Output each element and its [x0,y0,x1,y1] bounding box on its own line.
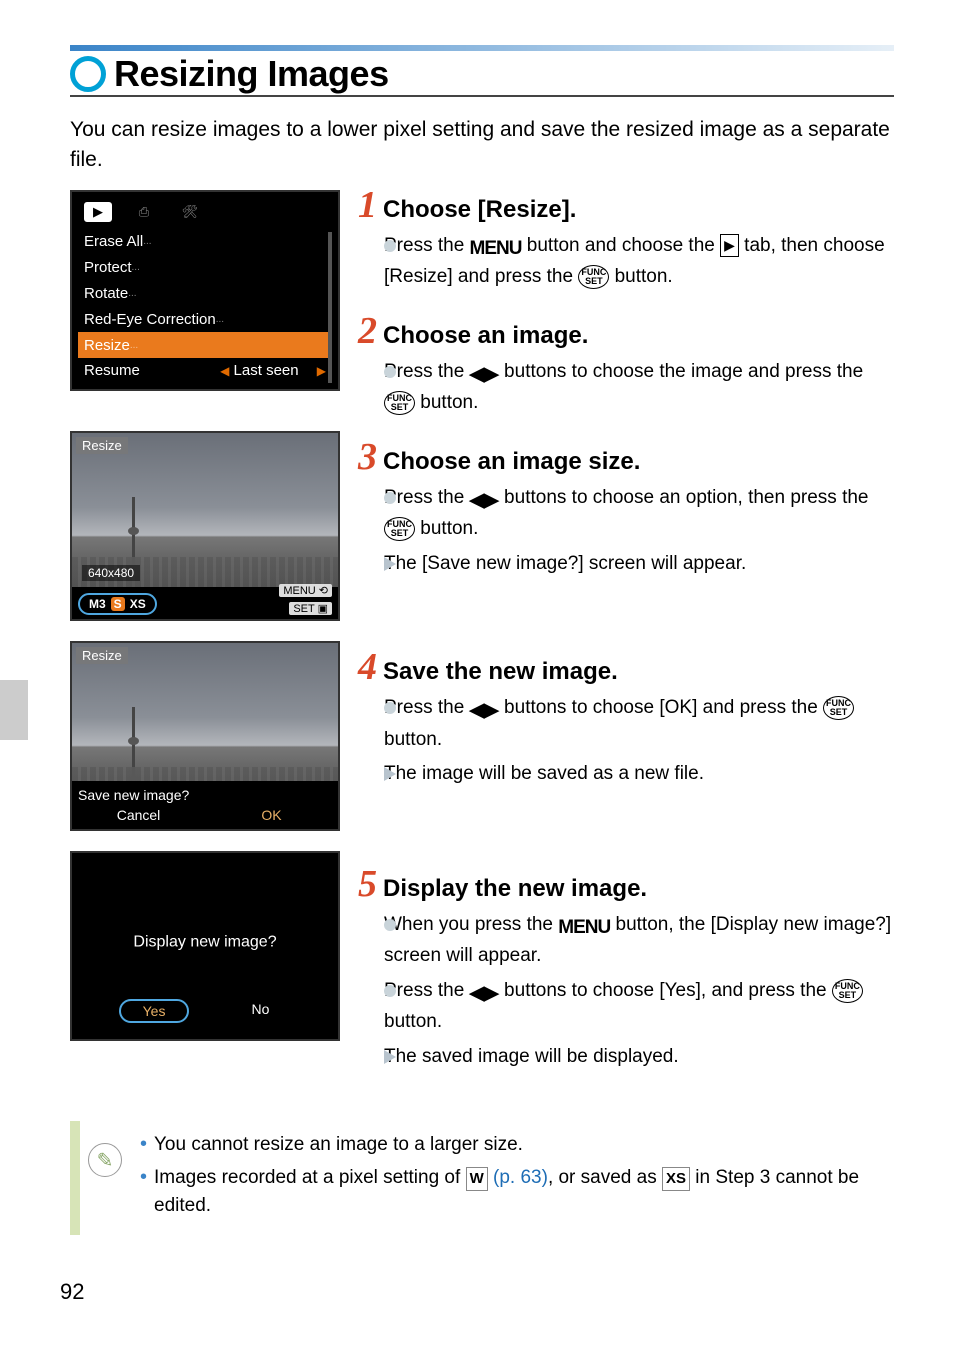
size-s: S [111,597,125,611]
step-3: 3 Choose an image size. Press the ◀▶ but… [358,438,894,579]
step-result: The [Save new image?] screen will appear… [384,550,894,579]
step-title: Save the new image. [383,658,618,686]
note-item: You cannot resize an image to a larger s… [140,1131,884,1160]
page-number: 92 [60,1279,84,1305]
step-number: 2 [358,312,377,350]
size-xs: XS [127,597,149,611]
resize-label-2: Resize [76,647,128,664]
step-2: 2 Choose an image. Press the ◀▶ buttons … [358,312,894,418]
step-bullet: Press the ◀▶ buttons to choose the image… [384,358,894,418]
menu-item-protect: Protect [78,254,332,280]
playback-tab-icon: ▶ [720,234,739,257]
tools-tab-icon: 🛠 [176,202,204,222]
step-title: Choose an image. [383,322,588,350]
left-right-arrows-icon: ◀▶ [470,697,499,726]
intro-text: You can resize images to a lower pixel s… [70,115,894,176]
xs-size-icon: XS [662,1167,690,1192]
size-options: M3 S XS [78,593,157,615]
step-bullet: Press the MENU button and choose the ▶ t… [384,232,894,292]
left-arrow-icon: ◀ [220,364,229,378]
step-bullet: Press the ◀▶ buttons to choose [OK] and … [384,694,894,754]
save-question: Save new image? [78,787,189,803]
w-size-icon: W [466,1167,488,1192]
cancel-option: Cancel [72,803,205,827]
left-right-arrows-icon: ◀▶ [470,980,499,1009]
page-title: Resizing Images [114,53,389,95]
size-m3: M3 [86,597,109,611]
scrollbar [328,232,332,383]
step-4: 4 Save the new image. Press the ◀▶ butto… [358,648,894,789]
page-ref-link[interactable]: (p. 63) [493,1167,548,1188]
step-bullet: When you press the MENU button, the [Dis… [384,911,894,971]
notes-box: ✎ You cannot resize an image to a larger… [70,1121,894,1235]
left-right-arrows-icon: ◀▶ [470,487,499,516]
resolution-label: 640x480 [82,565,140,581]
yes-option: Yes [119,999,190,1023]
print-tab-icon: ⎙ [130,202,158,222]
step-5: 5 Display the new image. When you press … [358,865,894,1072]
step-number: 4 [358,648,377,686]
step-bullet: Press the ◀▶ buttons to choose an option… [384,484,894,544]
camera-display-screenshot: Display new image? Yes No [70,851,340,1041]
set-badge: SET ▣ [289,602,332,615]
step-result: The image will be saved as a new file. [384,760,894,789]
ring-icon [70,56,106,92]
note-item: Images recorded at a pixel setting of W … [140,1164,884,1221]
func-set-icon: FUNCSET [384,517,415,541]
step-number: 3 [358,438,377,476]
right-arrow-icon: ▶ [317,364,326,378]
step-title: Choose an image size. [383,448,640,476]
left-right-arrows-icon: ◀▶ [470,361,499,390]
menu-badge: MENU ⟲ [279,584,332,597]
menu-item-resume: Resume [84,362,140,379]
camera-save-screenshot: Resize Save new image? Cancel OK [70,641,340,831]
header-stripe [70,45,894,51]
pencil-icon: ✎ [88,1143,122,1177]
menu-item-resize: Resize [78,332,332,358]
header: Resizing Images [70,45,894,97]
resize-label: Resize [76,437,128,454]
menu-item-rotate: Rotate [78,280,332,306]
menu-item-red-eye: Red-Eye Correction [78,306,332,332]
menu-button-icon: MENU [470,235,522,264]
func-set-icon: FUNCSET [578,265,609,289]
func-set-icon: FUNCSET [832,979,863,1003]
ok-option: OK [205,803,338,827]
side-tab [0,680,28,740]
menu-button-icon: MENU [558,914,610,943]
playback-tab-icon: ▶ [84,202,112,222]
step-title: Choose [Resize]. [383,196,576,224]
step-number: 1 [358,186,377,224]
step-title: Display the new image. [383,875,647,903]
func-set-icon: FUNCSET [823,696,854,720]
no-option: No [229,999,291,1023]
last-seen-label: Last seen [234,362,299,379]
camera-menu-screenshot: ▶ ⎙ 🛠 Erase All Protect Rotate Red-Eye C… [70,190,340,391]
camera-resize-screenshot: Resize 640x480 M3 S XS MENU ⟲ SET ▣ [70,431,340,621]
step-number: 5 [358,865,377,903]
menu-item-erase-all: Erase All [78,228,332,254]
step-bullet: Press the ◀▶ buttons to choose [Yes], an… [384,977,894,1037]
step-result: The saved image will be displayed. [384,1043,894,1072]
func-set-icon: FUNCSET [384,391,415,415]
step-1: 1 Choose [Resize]. Press the MENU button… [358,186,894,292]
display-question: Display new image? [72,933,338,951]
